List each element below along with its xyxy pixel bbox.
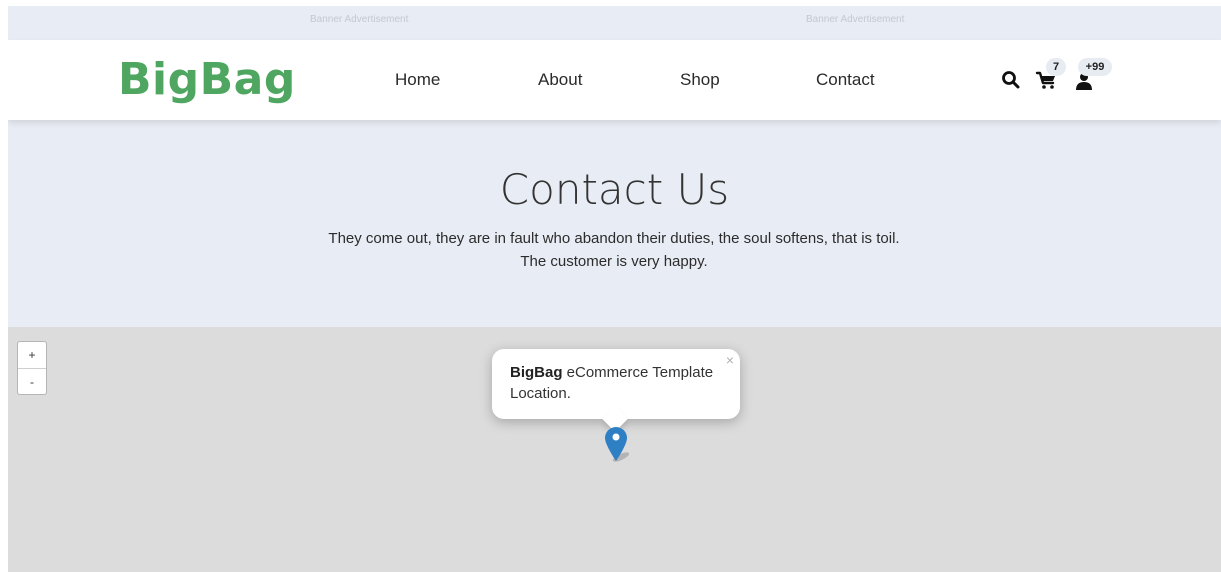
cart-count-badge: 7 (1046, 58, 1066, 76)
site-logo[interactable]: BigBag (118, 54, 296, 106)
contact-hero: Contact Us They come out, they are in fa… (8, 120, 1221, 327)
banner-ad-right[interactable]: Banner Advertisement (806, 14, 904, 25)
map-popup: × BigBag eCommerce Template Location. (492, 349, 740, 432)
user-count-badge: +99 (1078, 58, 1112, 76)
page-title: Contact Us (499, 165, 730, 214)
zoom-out-button[interactable]: - (18, 369, 46, 395)
banner-advertisement: Banner Advertisement Banner Advertisemen… (8, 6, 1221, 40)
nav-shop[interactable]: Shop (680, 70, 720, 90)
page: Banner Advertisement Banner Advertisemen… (8, 6, 1221, 572)
banner-ad-left[interactable]: Banner Advertisement (310, 14, 408, 25)
popup-bold-text: BigBag (510, 364, 563, 381)
location-map[interactable]: + - × BigBag eCommerce Template Location… (8, 327, 1221, 572)
site-header: BigBag Home About Shop Contact 7 +99 (8, 40, 1221, 120)
map-zoom-control: + - (17, 341, 47, 395)
nav-contact[interactable]: Contact (816, 70, 875, 90)
nav-about[interactable]: About (538, 70, 582, 90)
map-marker-icon[interactable] (603, 425, 630, 463)
nav-home[interactable]: Home (395, 70, 440, 90)
popup-content: BigBag eCommerce Template Location. (510, 362, 730, 404)
hero-description: They come out, they are in fault who aba… (328, 230, 900, 270)
search-icon[interactable] (1001, 70, 1021, 90)
zoom-in-button[interactable]: + (18, 342, 46, 369)
